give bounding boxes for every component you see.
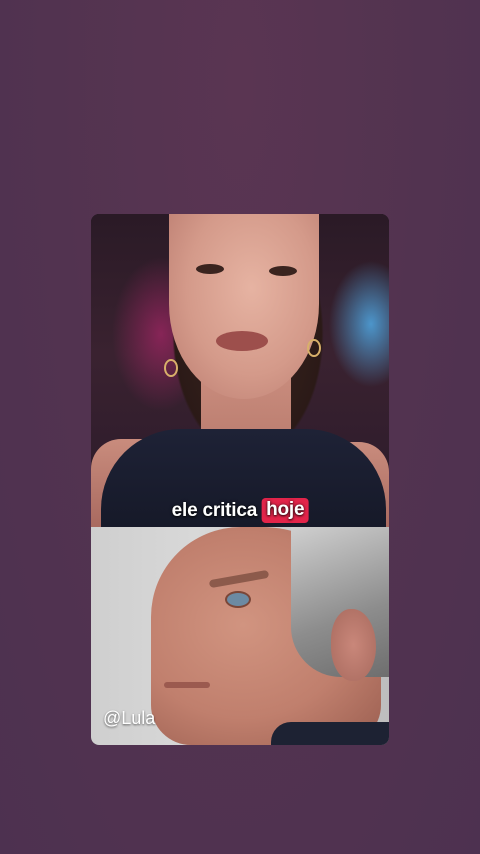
man-collar <box>271 722 389 745</box>
subtitle-caption: ele critica hoje <box>172 498 309 523</box>
video-player[interactable] <box>91 214 389 745</box>
man-ear <box>331 609 376 681</box>
woman-mouth <box>216 331 268 351</box>
reel-screen: ele critica hoje @Lula <box>0 0 480 854</box>
woman-eye <box>269 266 297 276</box>
top-video-frame <box>91 214 389 539</box>
woman-eye <box>196 264 224 274</box>
account-watermark: @Lula <box>103 708 156 728</box>
man-lips <box>164 682 210 688</box>
man-eye <box>225 591 251 608</box>
caption-highlight-word: hoje <box>262 498 309 523</box>
caption-text: ele critica <box>171 499 258 521</box>
earring-icon <box>164 359 178 377</box>
earring-icon <box>307 339 321 357</box>
woman-face <box>169 214 319 399</box>
